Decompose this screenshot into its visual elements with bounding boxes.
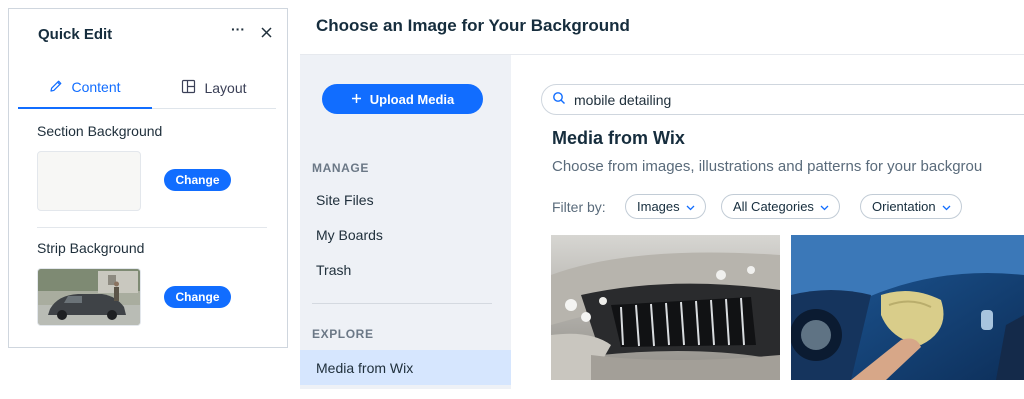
section-background-change-button[interactable]: Change [164,169,231,191]
chevron-down-icon [942,199,951,214]
divider [37,227,267,228]
search-value: mobile detailing [574,91,672,108]
search-icon [552,91,566,108]
section-background-label: Section Background [37,123,163,139]
layout-icon [181,79,196,97]
filter-images-label: Images [637,199,680,214]
tab-content-label: Content [71,79,121,95]
filter-orientation-label: Orientation [872,199,936,214]
media-subheading: Choose from images, illustrations and pa… [552,158,983,175]
divider [312,303,492,304]
more-options-icon[interactable]: ··· [227,21,249,43]
sidebar-item-my-boards[interactable]: My Boards [300,217,511,252]
pencil-icon [49,79,63,96]
media-main-area: mobile detailing Media from Wix Choose f… [511,55,1024,399]
tab-layout[interactable]: Layout [152,67,276,109]
filter-orientation-dropdown[interactable]: Orientation [860,194,962,219]
chevron-down-icon [820,199,829,214]
tab-content[interactable]: Content [18,67,152,109]
filter-categories-dropdown[interactable]: All Categories [721,194,840,219]
sidebar-item-trash[interactable]: Trash [300,252,511,287]
media-image-tile[interactable] [791,235,1024,380]
upload-media-button[interactable]: Upload Media [322,84,483,114]
car-foam-wash-photo [551,235,780,380]
media-sidebar: Upload Media MANAGE Site Files My Boards… [300,55,511,389]
filter-label: Filter by: [552,199,606,215]
upload-media-label: Upload Media [369,91,455,107]
car-photo-image [38,269,140,325]
section-background-thumbnail[interactable] [37,151,141,211]
quick-edit-panel: Quick Edit ··· Content Layout Section Ba… [8,8,288,348]
sidebar-item-media-from-wix[interactable]: Media from Wix [300,350,511,385]
media-image-tile[interactable] [551,235,780,380]
plus-icon [351,92,362,107]
media-heading: Media from Wix [552,128,685,148]
strip-background-thumbnail[interactable] [37,268,141,326]
strip-background-change-button[interactable]: Change [164,286,231,308]
explore-heading: EXPLORE [312,327,374,341]
filter-images-dropdown[interactable]: Images [625,194,706,219]
chevron-down-icon [686,199,695,214]
close-icon[interactable] [257,23,277,43]
quick-edit-tabs: Content Layout [18,67,276,109]
car-polishing-cloth-photo [791,235,1024,380]
tab-layout-label: Layout [204,80,247,96]
search-input[interactable]: mobile detailing [541,84,1024,115]
quick-edit-title: Quick Edit [38,26,113,43]
manage-heading: MANAGE [312,161,369,175]
filter-categories-label: All Categories [733,199,814,214]
dialog-title: Choose an Image for Your Background [316,16,630,35]
sidebar-item-site-files[interactable]: Site Files [300,182,511,217]
strip-background-label: Strip Background [37,240,145,256]
